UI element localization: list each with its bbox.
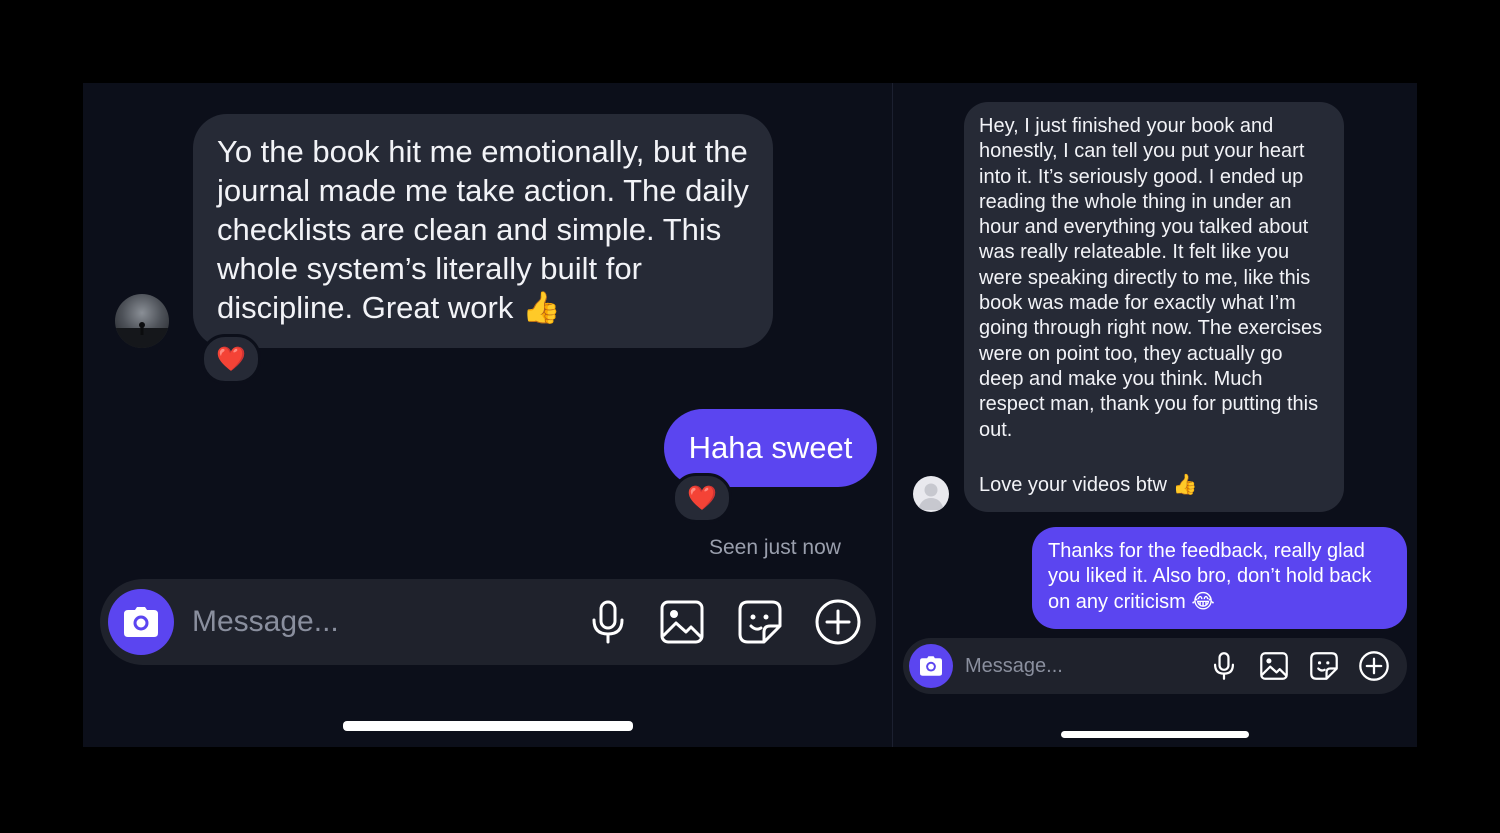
sticker-button[interactable] — [1309, 651, 1339, 681]
sticker-icon — [1310, 652, 1338, 680]
microphone-button[interactable] — [584, 598, 632, 646]
plus-circle-icon — [1359, 651, 1389, 681]
image-button[interactable] — [658, 598, 706, 646]
sent-message-text: Haha sweet — [688, 430, 853, 465]
sent-message-bubble[interactable]: Thanks for the feedback, really glad you… — [1032, 527, 1407, 629]
composer-actions — [584, 598, 862, 646]
sticker-icon — [738, 600, 782, 644]
sticker-button[interactable] — [736, 598, 784, 646]
received-message-text: Yo the book hit me emotionally, but the … — [217, 134, 749, 325]
composer-actions — [1209, 651, 1389, 681]
default-user-icon — [918, 483, 944, 510]
image-icon — [1260, 652, 1288, 680]
right-chat-panel: Hey, I just finished your book and hones… — [893, 83, 1417, 747]
left-chat-panel: Yo the book hit me emotionally, but the … — [83, 83, 892, 747]
microphone-button[interactable] — [1209, 651, 1239, 681]
image-button[interactable] — [1259, 651, 1289, 681]
sender-avatar[interactable] — [115, 294, 169, 348]
message-input[interactable]: Message... — [953, 655, 1209, 678]
plus-button[interactable] — [1359, 651, 1389, 681]
camera-icon — [124, 607, 158, 637]
sender-avatar[interactable] — [913, 476, 949, 512]
message-input[interactable]: Message... — [174, 605, 584, 639]
camera-button[interactable] — [909, 644, 953, 688]
message-composer: Message... — [100, 579, 876, 665]
sent-message-reaction[interactable]: ❤️ — [672, 473, 732, 523]
sent-message-text: Thanks for the feedback, really glad you… — [1048, 540, 1372, 613]
received-message-reaction[interactable]: ❤️ — [201, 334, 261, 384]
home-indicator[interactable] — [343, 721, 633, 731]
home-indicator[interactable] — [1061, 731, 1249, 738]
heart-reaction-icon: ❤️ — [216, 345, 246, 373]
avatar-silhouette-icon — [115, 322, 169, 348]
received-message-text-2: Love your videos btw 👍 — [979, 473, 1198, 496]
microphone-icon — [592, 600, 624, 644]
message-input-placeholder: Message... — [192, 605, 339, 638]
message-composer: Message... — [903, 638, 1407, 694]
message-input-placeholder: Message... — [965, 654, 1063, 677]
received-message-text: Hey, I just finished your book and hones… — [979, 115, 1323, 441]
camera-icon — [920, 656, 942, 676]
plus-circle-icon — [815, 599, 861, 645]
camera-button[interactable] — [108, 589, 174, 655]
image-icon — [660, 600, 704, 644]
received-message-bubble[interactable]: Yo the book hit me emotionally, but the … — [193, 114, 773, 348]
microphone-icon — [1213, 652, 1235, 680]
plus-button[interactable] — [814, 598, 862, 646]
received-message-bubble[interactable]: Hey, I just finished your book and hones… — [964, 102, 1344, 512]
heart-reaction-icon: ❤️ — [687, 484, 717, 512]
seen-status: Seen just now — [709, 536, 841, 559]
